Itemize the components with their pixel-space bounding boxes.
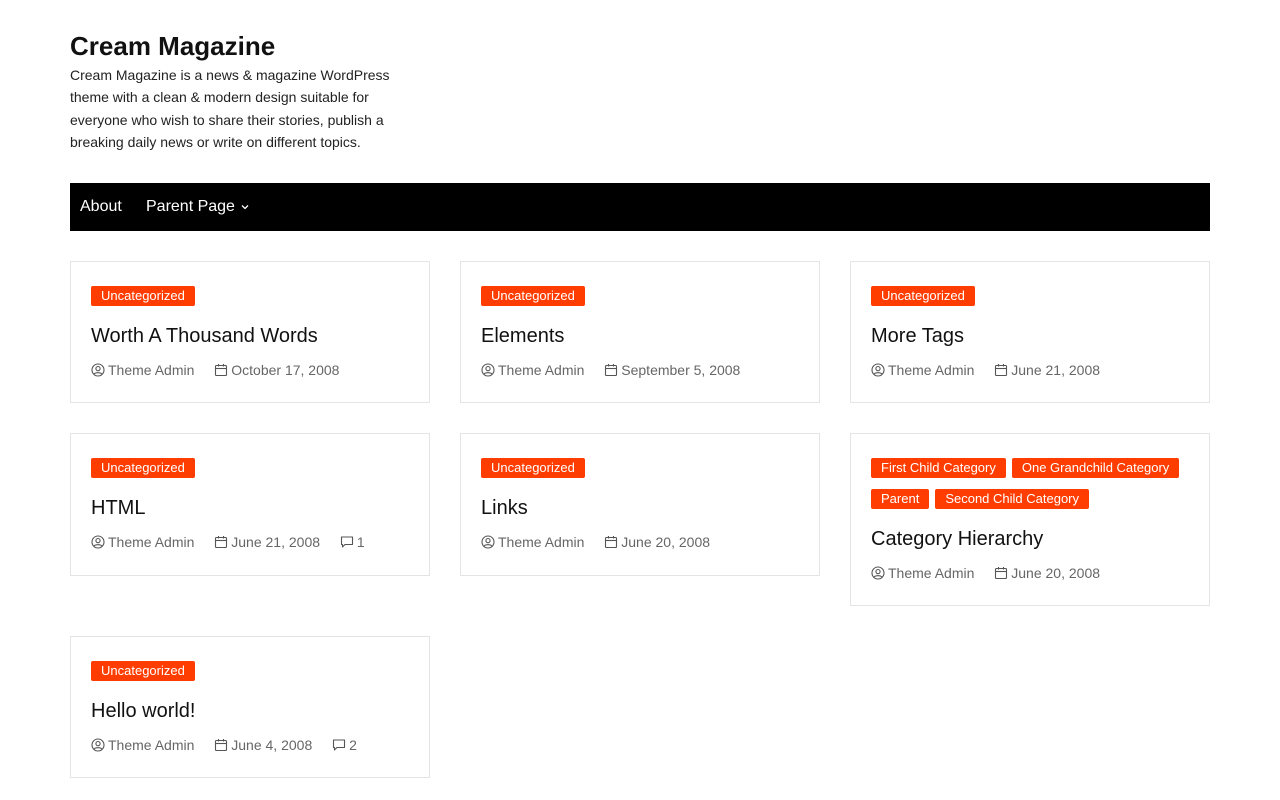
post-card: Uncategorized Links Theme Admin June 20,… (460, 433, 820, 576)
post-date[interactable]: June 21, 2008 (231, 534, 320, 550)
post-categories: Uncategorized (91, 661, 421, 692)
category-badge[interactable]: Uncategorized (481, 458, 585, 478)
post-date[interactable]: September 5, 2008 (621, 362, 740, 378)
post-meta: Theme Admin June 4, 2008 2 (91, 734, 373, 755)
author-icon (481, 534, 498, 550)
category-badge[interactable]: Uncategorized (871, 286, 975, 306)
post-date[interactable]: June 20, 2008 (621, 534, 710, 550)
post-author[interactable]: Theme Admin (108, 737, 194, 753)
post-date[interactable]: June 20, 2008 (1011, 565, 1100, 581)
author-icon (91, 737, 108, 753)
post-meta: Theme Admin June 20, 2008 (481, 531, 726, 552)
category-badge[interactable]: Uncategorized (481, 286, 585, 306)
category-badge[interactable]: Uncategorized (91, 286, 195, 306)
post-card: Uncategorized More Tags Theme Admin June… (850, 261, 1210, 403)
calendar-icon (214, 737, 231, 753)
post-card: Uncategorized HTML Theme Admin June 21, … (70, 433, 430, 576)
site-title[interactable]: Cream Magazine (70, 30, 275, 62)
post-card: Uncategorized Hello world! Theme Admin J… (70, 636, 430, 778)
calendar-icon (604, 534, 621, 550)
post-card: Uncategorized Worth A Thousand Words The… (70, 261, 430, 403)
post-title[interactable]: Category Hierarchy (871, 526, 1043, 552)
calendar-icon (994, 362, 1011, 378)
post-categories: Uncategorized (481, 286, 811, 317)
post-title[interactable]: Elements (481, 323, 564, 349)
author-icon (871, 565, 888, 581)
category-badge[interactable]: Parent (871, 489, 930, 509)
post-meta: Theme Admin October 17, 2008 (91, 359, 355, 380)
nav-item-label: About (80, 198, 122, 215)
post-title[interactable]: Worth A Thousand Words (91, 323, 318, 349)
calendar-icon (604, 362, 621, 378)
post-author[interactable]: Theme Admin (108, 534, 194, 550)
post-title[interactable]: Links (481, 495, 528, 521)
comment-count[interactable]: 2 (349, 737, 357, 753)
calendar-icon (994, 565, 1011, 581)
nav-item-parent-page[interactable]: Parent Page (146, 183, 249, 231)
post-author[interactable]: Theme Admin (108, 362, 194, 378)
calendar-icon (214, 362, 231, 378)
post-categories: Uncategorized (91, 458, 421, 489)
post-meta: Theme Admin June 21, 2008 (871, 359, 1116, 380)
post-card: First Child Category One Grandchild Categ… (850, 433, 1210, 606)
post-card: Uncategorized Elements Theme Admin Septe… (460, 261, 820, 403)
category-badge[interactable]: First Child Category (871, 458, 1006, 478)
author-icon (91, 534, 108, 550)
main-navigation: About Parent Page (70, 183, 1210, 231)
post-meta: Theme Admin September 5, 2008 (481, 359, 756, 380)
post-date[interactable]: October 17, 2008 (231, 362, 339, 378)
category-badge[interactable]: One Grandchild Category (1011, 458, 1180, 478)
post-categories: Uncategorized (871, 286, 1201, 317)
post-date[interactable]: June 4, 2008 (231, 737, 312, 753)
post-categories: First Child Category One Grandchild Categ… (871, 458, 1201, 520)
category-badge[interactable]: Uncategorized (91, 661, 195, 681)
post-author[interactable]: Theme Admin (498, 362, 584, 378)
nav-item-about[interactable]: About (80, 183, 122, 231)
post-title[interactable]: HTML (91, 495, 145, 521)
post-author[interactable]: Theme Admin (498, 534, 584, 550)
calendar-icon (214, 534, 231, 550)
post-categories: Uncategorized (481, 458, 811, 489)
chevron-down-icon[interactable] (241, 183, 249, 230)
post-title[interactable]: Hello world! (91, 698, 195, 724)
nav-item-label: Parent Page (146, 198, 235, 215)
post-meta: Theme Admin June 21, 2008 1 (91, 531, 381, 552)
site-description: Cream Magazine is a news & magazine Word… (70, 67, 390, 151)
post-date[interactable]: June 21, 2008 (1011, 362, 1100, 378)
category-badge[interactable]: Second Child Category (935, 489, 1090, 509)
comment-icon (332, 737, 349, 753)
category-badge[interactable]: Uncategorized (91, 458, 195, 478)
post-title[interactable]: More Tags (871, 323, 964, 349)
post-author[interactable]: Theme Admin (888, 362, 974, 378)
author-icon (91, 362, 108, 378)
post-categories: Uncategorized (91, 286, 421, 317)
post-author[interactable]: Theme Admin (888, 565, 974, 581)
comment-icon (340, 534, 357, 550)
post-meta: Theme Admin June 20, 2008 (871, 562, 1116, 583)
author-icon (871, 362, 888, 378)
author-icon (481, 362, 498, 378)
comment-count[interactable]: 1 (357, 534, 365, 550)
